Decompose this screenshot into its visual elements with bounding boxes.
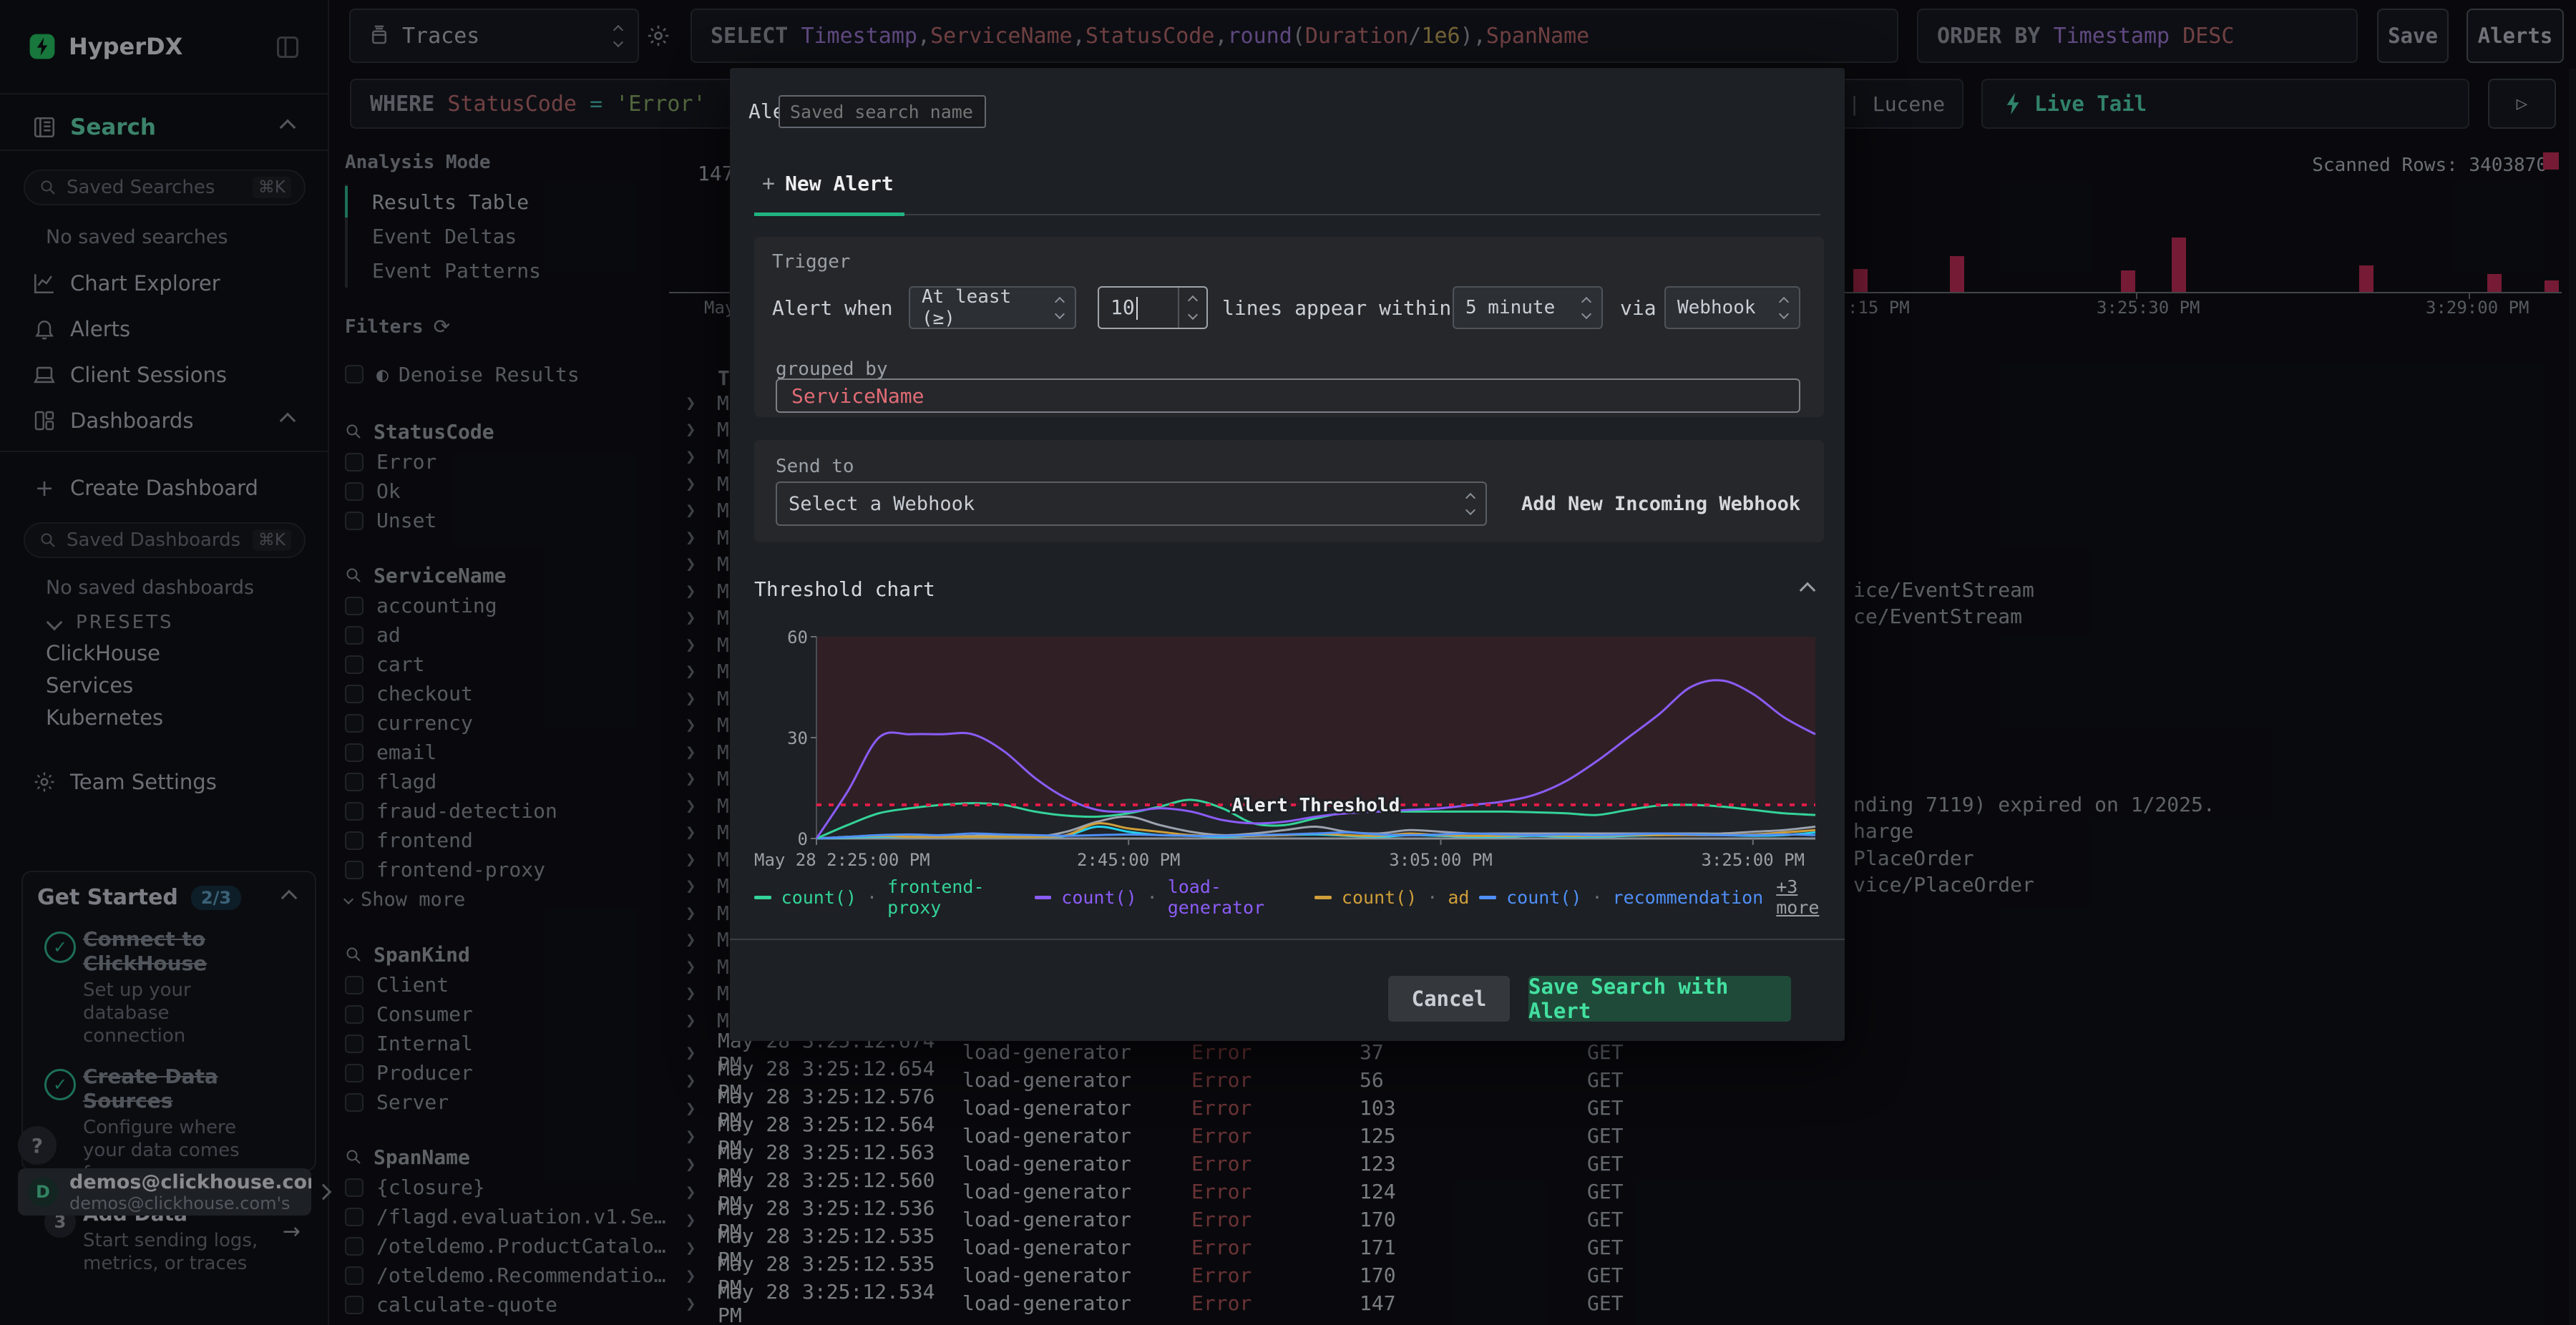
threshold-operator-select[interactable]: At least (≥) [909, 286, 1076, 329]
threshold-chart: 0 30 60 May 28 2:25:00 PM 2:45:00 PM 3:05:00 … [754, 627, 1816, 870]
lines-within-label: lines appear within [1222, 296, 1452, 320]
tab-label: New Alert [785, 172, 894, 195]
number-stepper[interactable] [1178, 288, 1206, 328]
trigger-label: Trigger [772, 251, 851, 273]
legend-metric[interactable]: count() [1061, 887, 1136, 908]
collapse-chart-icon[interactable] [1799, 582, 1816, 599]
alert-when-label: Alert when [772, 296, 893, 320]
channel-value: Webhook [1677, 297, 1756, 318]
legend-swatch [1314, 895, 1332, 899]
add-webhook-button[interactable]: Add New Incoming Webhook [1521, 493, 1800, 515]
via-label: via [1620, 296, 1657, 320]
channel-select[interactable]: Webhook [1664, 286, 1800, 329]
svg-text:30: 30 [787, 728, 808, 748]
webhook-select-value: Select a Webhook [789, 492, 975, 515]
legend-swatch [1479, 895, 1497, 899]
send-to-section: Send to Select a Webhook Add New Incomin… [754, 440, 1824, 542]
grouped-by-input[interactable]: ServiceName [776, 378, 1800, 413]
threshold-value: 10 [1111, 295, 1135, 319]
legend-separator: · [1146, 886, 1158, 908]
svg-text:Alert Threshold: Alert Threshold [1232, 795, 1400, 816]
legend-more-button[interactable]: +3 more [1776, 876, 1845, 918]
legend-separator: · [1427, 886, 1438, 908]
grouped-by-label: grouped by [776, 358, 888, 380]
grouped-by-value: ServiceName [791, 383, 924, 408]
threshold-operator-value: At least (≥) [922, 286, 1012, 329]
save-search-with-alert-button[interactable]: Save Search with Alert [1528, 974, 1791, 1023]
cancel-button[interactable]: Cancel [1388, 976, 1510, 1022]
legend-separator: · [867, 886, 878, 908]
legend-series-name[interactable]: load-generator [1168, 876, 1305, 918]
svg-text:May 28 2:25:00 PM: May 28 2:25:00 PM [754, 850, 930, 870]
footer-divider [730, 939, 1845, 940]
hyperdx-app: Traces SELECT Timestamp,ServiceName,Stat… [0, 0, 2576, 1325]
tab-underline-track [754, 214, 1820, 215]
send-to-label: Send to [776, 456, 854, 477]
alert-dialog: Alerts for + New Alert Trigger Alert whe… [730, 68, 1845, 1041]
plus-icon: + [762, 171, 776, 196]
webhook-select[interactable]: Select a Webhook [776, 481, 1487, 526]
svg-text:3:05:00 PM: 3:05:00 PM [1389, 850, 1493, 870]
svg-text:0: 0 [798, 829, 808, 849]
trigger-section: Trigger Alert when At least (≥) 10 lines… [754, 237, 1824, 417]
legend-metric[interactable]: count() [781, 887, 857, 908]
legend-series-name[interactable]: ad [1448, 887, 1469, 908]
legend-swatch [1034, 895, 1052, 899]
svg-text:3:25:00 PM: 3:25:00 PM [1702, 850, 1805, 870]
time-window-select[interactable]: 5 minute [1453, 286, 1603, 329]
time-window-value: 5 minute [1465, 297, 1556, 318]
legend-separator: · [1591, 886, 1603, 908]
tab-underline-active [754, 212, 904, 216]
legend-metric[interactable]: count() [1342, 887, 1417, 908]
tab-new-alert[interactable]: + New Alert [762, 171, 894, 196]
text-cursor [1136, 297, 1138, 321]
threshold-value-input[interactable]: 10 [1098, 286, 1208, 329]
svg-text:2:45:00 PM: 2:45:00 PM [1077, 850, 1181, 870]
chart-legend: count() · frontend-proxy count() · load-gener… [754, 876, 1845, 918]
threshold-chart-title: Threshold chart [754, 577, 935, 601]
legend-series-name[interactable]: recommendation [1613, 887, 1764, 908]
legend-swatch [754, 895, 771, 899]
saved-search-name-input[interactable] [779, 95, 986, 128]
legend-series-name[interactable]: frontend-proxy [887, 876, 1025, 918]
svg-text:60: 60 [787, 627, 808, 647]
legend-metric[interactable]: count() [1506, 887, 1581, 908]
